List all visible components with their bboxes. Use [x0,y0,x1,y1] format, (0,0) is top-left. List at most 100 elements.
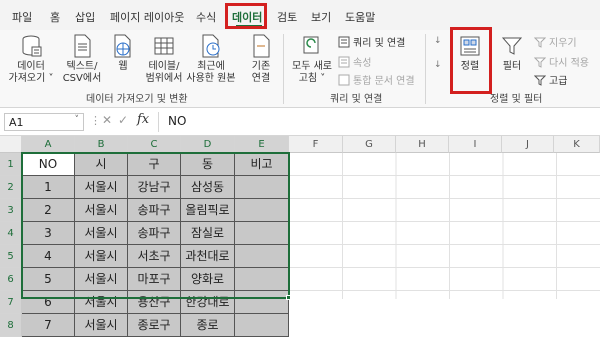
table-cell[interactable]: 용산구 [128,291,181,314]
recent-sources-button[interactable]: 최근에 사용한 원본 [186,34,236,85]
tab-review[interactable]: 검토 [277,9,297,25]
from-table-button[interactable]: 테이블/ 범위에서 [142,34,186,85]
table-cell[interactable]: 5 [22,268,75,291]
sort-az-button[interactable]: ↓ [434,36,442,46]
edit-links-button[interactable]: 통합 문서 연결 [338,72,415,87]
table-cell[interactable]: 종로구 [128,314,181,337]
queries-connections-label: 쿼리 및 연결 [353,38,406,49]
table-cell[interactable]: 종로 [181,314,235,337]
insert-function-icon[interactable]: fx [137,112,149,127]
column-header[interactable]: H [396,136,449,153]
table-cell[interactable]: 1 [22,176,75,199]
table-cell[interactable] [235,268,289,291]
sort-za-button[interactable]: ↓ [434,60,442,70]
row-header[interactable]: 2 [0,176,22,199]
table-cell[interactable]: 서울시 [75,268,128,291]
table-cell[interactable] [235,199,289,222]
row-header[interactable]: 8 [0,314,22,337]
fill-handle[interactable] [286,295,291,300]
tab-formulas[interactable]: 수식 [196,9,216,25]
select-all-corner[interactable] [0,136,22,153]
tab-home[interactable]: 홈 [50,9,60,25]
advanced-filter-button[interactable]: 고급 [534,72,567,87]
filter-funnel-icon [501,37,523,55]
table-cell[interactable]: 마포구 [128,268,181,291]
column-header[interactable]: J [502,136,554,153]
table-header-cell[interactable]: 동 [181,153,235,176]
tab-file[interactable]: 파일 [12,9,32,25]
table-cell[interactable]: 서울시 [75,199,128,222]
row-header[interactable]: 5 [0,245,22,268]
table-cell[interactable]: 4 [22,245,75,268]
existing-connections-button[interactable]: 기존 연결 [244,34,278,85]
row-header[interactable]: 4 [0,222,22,245]
table-cell[interactable]: 7 [22,314,75,337]
tab-help[interactable]: 도움말 [345,9,375,25]
table-cell[interactable]: 잠실로 [181,222,235,245]
column-header[interactable]: B [75,136,128,153]
name-box[interactable]: A1 ˅ [4,113,84,131]
column-header[interactable]: C [128,136,181,153]
table-header-cell[interactable]: 구 [128,153,181,176]
clear-filter-button[interactable]: 지우기 [534,34,577,49]
get-data-button[interactable]: 데이터 가져오기 ˅ [8,34,54,85]
edit-links-label: 통합 문서 연결 [353,76,415,87]
web-button[interactable]: 웹 [108,34,138,73]
row-header[interactable]: 1 [0,153,22,176]
group-sort-filter-label: 정렬 및 필터 [490,94,543,105]
table-cell[interactable]: 올림픽로 [181,199,235,222]
table-cell[interactable]: 3 [22,222,75,245]
column-header[interactable]: A [22,136,75,153]
table-cell[interactable] [235,176,289,199]
table-header-cell[interactable]: NO [22,153,75,176]
reapply-icon [534,57,546,68]
table-cell[interactable]: 서울시 [75,314,128,337]
table-cell[interactable]: 서초구 [128,245,181,268]
table-cell[interactable]: 서울시 [75,176,128,199]
column-header[interactable]: E [235,136,289,153]
column-header[interactable]: D [181,136,235,153]
table-cell[interactable] [235,291,289,314]
table-cell[interactable]: 송파구 [128,199,181,222]
column-header[interactable]: I [449,136,502,153]
clear-filter-icon [534,37,546,48]
enter-icon[interactable]: ✓ [118,113,128,127]
formula-input[interactable]: NO [168,114,186,128]
reapply-button[interactable]: 다시 적용 [534,54,589,69]
table-cell[interactable]: 삼성동 [181,176,235,199]
more-options-icon: ⋮ [90,114,101,127]
advanced-filter-label: 고급 [549,76,568,87]
group-separator [425,34,426,104]
table-cell[interactable] [235,245,289,268]
text-csv-button[interactable]: 텍스트/ CSV에서 [60,34,104,85]
table-cell[interactable]: 서울시 [75,222,128,245]
filter-button[interactable]: 필터 [498,34,526,73]
table-cell[interactable] [235,314,289,337]
table-cell[interactable]: 2 [22,199,75,222]
table-cell[interactable]: 한강대로 [181,291,235,314]
table-cell[interactable]: 서울시 [75,245,128,268]
tab-insert[interactable]: 삽입 [75,9,95,25]
table-cell[interactable] [235,222,289,245]
table-cell[interactable]: 6 [22,291,75,314]
column-header[interactable]: F [289,136,343,153]
table-cell[interactable]: 서울시 [75,291,128,314]
table-cell[interactable]: 강남구 [128,176,181,199]
refresh-all-button[interactable]: 모두 새로 고침 ˅ [288,34,336,85]
table-cell[interactable]: 과천대로 [181,245,235,268]
column-header[interactable]: G [343,136,396,153]
cancel-icon[interactable]: ✕ [102,113,112,127]
row-header[interactable]: 7 [0,291,22,314]
empty-grid-area[interactable] [289,153,600,299]
table-header-cell[interactable]: 비고 [235,153,289,176]
row-header[interactable]: 3 [0,199,22,222]
row-header[interactable]: 6 [0,268,22,291]
queries-connections-button[interactable]: 쿼리 및 연결 [338,34,405,49]
table-cell[interactable]: 송파구 [128,222,181,245]
tab-view[interactable]: 보기 [311,9,331,25]
table-header-cell[interactable]: 시 [75,153,128,176]
column-header[interactable]: K [554,136,600,153]
tab-page-layout[interactable]: 페이지 레이아웃 [110,9,184,25]
properties-button[interactable]: 속성 [338,54,371,69]
table-cell[interactable]: 양화로 [181,268,235,291]
